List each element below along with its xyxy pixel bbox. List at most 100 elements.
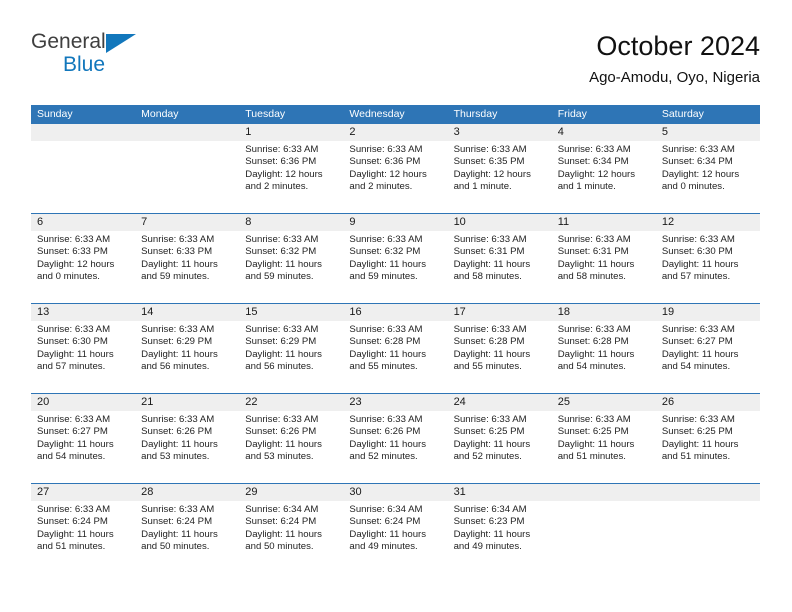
day-cell-empty <box>552 501 656 573</box>
day-number[interactable]: 13 <box>31 304 135 321</box>
day-number[interactable]: 22 <box>239 394 343 411</box>
sunrise-text: Sunrise: 6:33 AM <box>245 414 319 425</box>
day-cell[interactable]: Sunrise: 6:33 AM Sunset: 6:26 PM Daylight:… <box>239 411 343 483</box>
day-number[interactable]: 12 <box>656 214 760 231</box>
day-cell[interactable]: Sunrise: 6:33 AM Sunset: 6:31 PM Daylight:… <box>448 231 552 303</box>
day-number[interactable]: 1 <box>239 124 343 141</box>
day-cell[interactable]: Sunrise: 6:33 AM Sunset: 6:27 PM Daylight:… <box>656 321 760 393</box>
calendar-week-row: 6 7 8 9 10 11 12 Sunrise: 6:33 AM Sunset: 6:33 P… <box>31 213 760 303</box>
day-cell[interactable]: Sunrise: 6:33 AM Sunset: 6:31 PM Daylight:… <box>552 231 656 303</box>
day-number[interactable]: 17 <box>448 304 552 321</box>
day-number[interactable]: 31 <box>448 484 552 501</box>
day-number[interactable]: 7 <box>135 214 239 231</box>
day-cell[interactable]: Sunrise: 6:33 AM Sunset: 6:28 PM Daylight:… <box>552 321 656 393</box>
day-number[interactable]: 11 <box>552 214 656 231</box>
day-cell[interactable]: Sunrise: 6:33 AM Sunset: 6:25 PM Daylight:… <box>552 411 656 483</box>
day-number[interactable]: 26 <box>656 394 760 411</box>
day-number[interactable]: 3 <box>448 124 552 141</box>
day-cell[interactable]: Sunrise: 6:33 AM Sunset: 6:30 PM Daylight:… <box>31 321 135 393</box>
generalblue-logo[interactable]: General Blue <box>31 30 291 92</box>
calendar-week-row: 27 28 29 30 31 Sunrise: 6:33 AM Sunset: 6:24 P… <box>31 483 760 573</box>
sunset-text: Sunset: 6:25 PM <box>557 426 629 438</box>
daylight-text-line1: Daylight: 11 hours <box>245 438 322 450</box>
calendar-week-row: 1 2 3 4 5 Sunrise: 6:33 AM Sunset: 6:36 PM Dayl… <box>31 124 760 213</box>
daylight-text-line1: Daylight: 11 hours <box>453 258 531 270</box>
day-cell[interactable]: Sunrise: 6:33 AM Sunset: 6:32 PM Daylight:… <box>343 231 447 303</box>
daylight-text-line2: and 56 minutes. <box>245 361 314 373</box>
day-cell[interactable]: Sunrise: 6:33 AM Sunset: 6:34 PM Daylight:… <box>552 141 656 213</box>
day-number[interactable]: 27 <box>31 484 135 501</box>
day-cell[interactable]: Sunrise: 6:33 AM Sunset: 6:29 PM Daylight:… <box>239 321 343 393</box>
day-cell[interactable]: Sunrise: 6:33 AM Sunset: 6:33 PM Daylight:… <box>31 231 135 303</box>
calendar-table: Sunday Monday Tuesday Wednesday Thursday… <box>31 105 760 573</box>
day-cell[interactable]: Sunrise: 6:33 AM Sunset: 6:29 PM Daylight:… <box>135 321 239 393</box>
day-cell[interactable]: Sunrise: 6:33 AM Sunset: 6:32 PM Daylight:… <box>239 231 343 303</box>
daylight-text-line1: Daylight: 11 hours <box>349 348 427 360</box>
daylight-text-line2: and 55 minutes. <box>349 361 418 373</box>
day-cell[interactable]: Sunrise: 6:34 AM Sunset: 6:24 PM Daylight:… <box>343 501 447 573</box>
day-number[interactable]: 4 <box>552 124 656 141</box>
daylight-text-line1: Daylight: 12 hours <box>37 258 115 270</box>
sunset-text: Sunset: 6:29 PM <box>141 336 213 348</box>
day-number[interactable]: 5 <box>656 124 760 141</box>
day-number[interactable]: 20 <box>31 394 135 411</box>
page-title: October 2024 <box>596 31 760 61</box>
day-number[interactable]: 21 <box>135 394 239 411</box>
daylight-text-line2: and 1 minute. <box>453 181 512 193</box>
daylight-text-line2: and 56 minutes. <box>141 361 210 373</box>
day-number[interactable]: 23 <box>343 394 447 411</box>
day-cell[interactable]: Sunrise: 6:33 AM Sunset: 6:25 PM Daylight:… <box>656 411 760 483</box>
day-number <box>31 124 135 141</box>
sunset-text: Sunset: 6:34 PM <box>557 156 629 168</box>
daylight-text-line2: and 0 minutes. <box>661 181 725 193</box>
day-cell[interactable]: Sunrise: 6:33 AM Sunset: 6:28 PM Daylight:… <box>448 321 552 393</box>
daylight-text-line1: Daylight: 11 hours <box>349 528 427 540</box>
day-number[interactable]: 6 <box>31 214 135 231</box>
day-cell[interactable]: Sunrise: 6:33 AM Sunset: 6:34 PM Daylight:… <box>656 141 760 213</box>
sunrise-text: Sunrise: 6:33 AM <box>453 234 527 245</box>
page-subtitle-location: Ago-Amodu, Oyo, Nigeria <box>589 69 760 86</box>
sunrise-text: Sunrise: 6:33 AM <box>141 504 215 515</box>
day-number[interactable]: 2 <box>343 124 447 141</box>
daylight-text-line1: Daylight: 11 hours <box>661 258 739 270</box>
day-cell[interactable]: Sunrise: 6:33 AM Sunset: 6:26 PM Daylight:… <box>343 411 447 483</box>
day-number[interactable]: 16 <box>343 304 447 321</box>
sunset-text: Sunset: 6:26 PM <box>349 426 421 438</box>
day-cell[interactable]: Sunrise: 6:33 AM Sunset: 6:24 PM Daylight:… <box>31 501 135 573</box>
day-cell[interactable]: Sunrise: 6:33 AM Sunset: 6:24 PM Daylight:… <box>135 501 239 573</box>
day-cell[interactable]: Sunrise: 6:33 AM Sunset: 6:33 PM Daylight:… <box>135 231 239 303</box>
day-number[interactable]: 15 <box>239 304 343 321</box>
day-cell[interactable]: Sunrise: 6:33 AM Sunset: 6:30 PM Daylight:… <box>656 231 760 303</box>
sunset-text: Sunset: 6:34 PM <box>661 156 733 168</box>
day-number[interactable]: 29 <box>239 484 343 501</box>
sunset-text: Sunset: 6:32 PM <box>245 246 317 258</box>
daylight-text-line2: and 52 minutes. <box>453 451 522 463</box>
day-cell[interactable]: Sunrise: 6:33 AM Sunset: 6:27 PM Daylight:… <box>31 411 135 483</box>
day-number[interactable]: 28 <box>135 484 239 501</box>
day-number[interactable]: 19 <box>656 304 760 321</box>
daylight-text-line1: Daylight: 11 hours <box>661 348 739 360</box>
day-number[interactable]: 24 <box>448 394 552 411</box>
day-cell[interactable]: Sunrise: 6:33 AM Sunset: 6:25 PM Daylight:… <box>448 411 552 483</box>
sunrise-text: Sunrise: 6:33 AM <box>349 324 423 335</box>
day-number[interactable]: 8 <box>239 214 343 231</box>
daylight-text-line1: Daylight: 12 hours <box>349 168 427 180</box>
calendar-weeks: 1 2 3 4 5 Sunrise: 6:33 AM Sunset: 6:36 PM Dayl… <box>31 124 760 573</box>
day-number[interactable]: 18 <box>552 304 656 321</box>
day-cell[interactable]: Sunrise: 6:33 AM Sunset: 6:36 PM Daylight:… <box>239 141 343 213</box>
day-number[interactable]: 10 <box>448 214 552 231</box>
day-number[interactable]: 9 <box>343 214 447 231</box>
sunrise-text: Sunrise: 6:33 AM <box>245 144 319 155</box>
day-cell[interactable]: Sunrise: 6:33 AM Sunset: 6:28 PM Daylight:… <box>343 321 447 393</box>
day-cell[interactable]: Sunrise: 6:33 AM Sunset: 6:26 PM Daylight:… <box>135 411 239 483</box>
day-cell[interactable]: Sunrise: 6:33 AM Sunset: 6:35 PM Daylight:… <box>448 141 552 213</box>
day-cell[interactable]: Sunrise: 6:33 AM Sunset: 6:36 PM Daylight:… <box>343 141 447 213</box>
day-number[interactable]: 30 <box>343 484 447 501</box>
day-number[interactable]: 14 <box>135 304 239 321</box>
day-cell[interactable]: Sunrise: 6:34 AM Sunset: 6:23 PM Daylight:… <box>448 501 552 573</box>
daylight-text-line1: Daylight: 11 hours <box>557 258 635 270</box>
day-number[interactable]: 25 <box>552 394 656 411</box>
daylight-text-line2: and 53 minutes. <box>141 451 210 463</box>
weekday-header-monday: Monday <box>141 108 179 120</box>
day-cell[interactable]: Sunrise: 6:34 AM Sunset: 6:24 PM Daylight:… <box>239 501 343 573</box>
